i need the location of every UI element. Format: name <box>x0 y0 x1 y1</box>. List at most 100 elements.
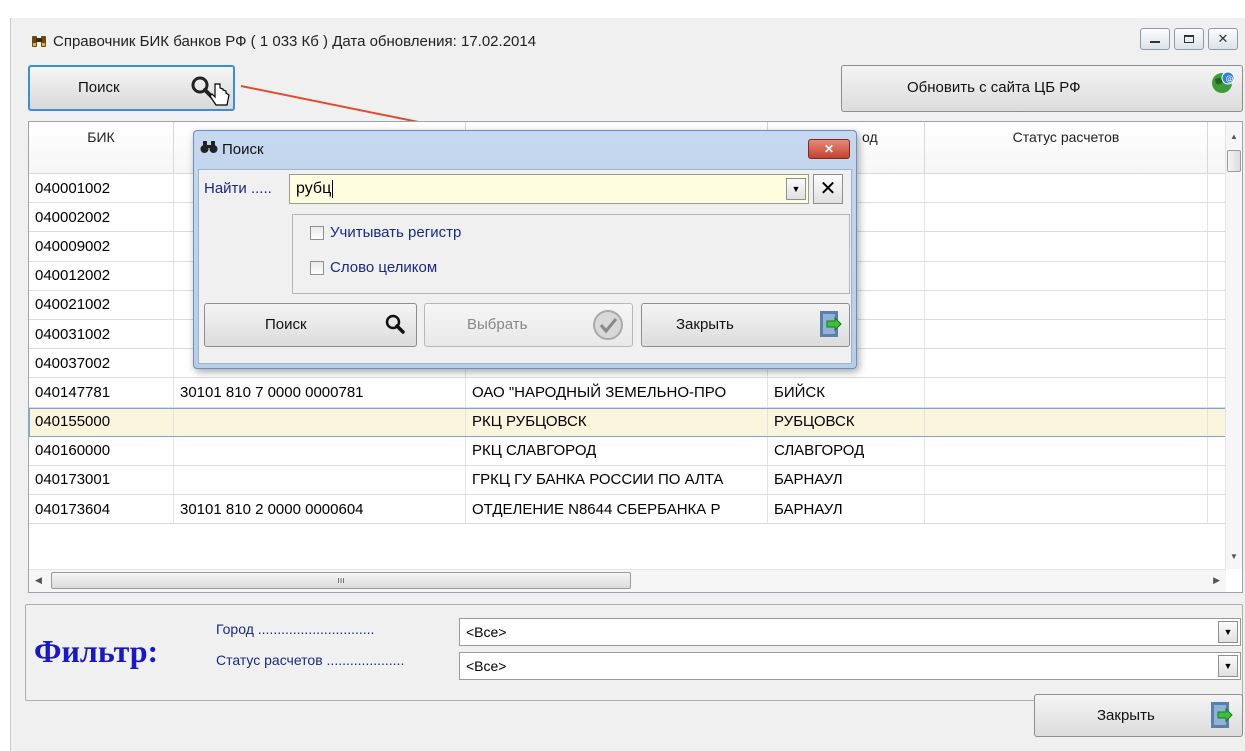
clear-query-button[interactable]: ✕ <box>813 174 843 204</box>
filter-heading: Фильтр: <box>34 633 159 669</box>
dialog-search-button[interactable]: Поиск <box>204 303 417 347</box>
horizontal-scrollbar[interactable]: ◀ ııı ▶ <box>29 569 1226 592</box>
dialog-select-button[interactable]: Выбрать <box>424 303 633 347</box>
options-group: Учитывать регистр Слово целиком <box>292 214 850 294</box>
close-main-label: Закрыть <box>1097 707 1155 724</box>
globe-icon: @ <box>1210 70 1236 100</box>
status-filter-select[interactable]: <Все> ▼ <box>459 652 1241 680</box>
cell-account: 30101 810 7 0000 0000781 <box>174 378 466 407</box>
table-row[interactable]: 040155000 РКЦ РУБЦОВСК РУБЦОВСК <box>29 407 1226 437</box>
whole-word-label: Слово целиком <box>330 259 438 276</box>
scroll-thumb[interactable] <box>1227 150 1241 172</box>
table-row[interactable]: 040173001 ГРКЦ ГУ БАНКА РОССИИ ПО АЛТА БАР… <box>29 465 1226 496</box>
cell-name: РКЦ РУБЦОВСК <box>466 407 768 436</box>
scroll-right-icon: ▶ <box>1213 575 1220 585</box>
cell-bik: 040012002 <box>29 261 174 290</box>
chevron-down-icon[interactable]: ▼ <box>1218 655 1238 677</box>
dialog-close-label: Закрыть <box>676 316 734 333</box>
table-row[interactable]: 040147781 30101 810 7 0000 0000781 ОАО "НА… <box>29 378 1226 408</box>
clear-icon: ✕ <box>819 178 837 200</box>
scroll-down-icon: ▼ <box>1230 552 1238 561</box>
city-filter-select[interactable]: <Все> ▼ <box>459 618 1241 646</box>
hand-cursor-icon <box>209 82 231 112</box>
search-query-text: рубц <box>296 180 332 197</box>
vertical-scrollbar[interactable]: ▲ ▼ <box>1225 122 1242 569</box>
maximize-icon <box>1184 35 1194 43</box>
cell-city: БИЙСК <box>768 378 925 407</box>
cell-bik: 040021002 <box>29 290 174 319</box>
cell-status <box>925 465 1208 495</box>
filter-panel: Фильтр: Город ..........................… <box>25 604 1243 701</box>
whole-word-checkbox[interactable]: Слово целиком <box>310 259 437 276</box>
cell-name: ОАО "НАРОДНЫЙ ЗЕМЕЛЬНО-ПРО <box>466 378 768 407</box>
search-dialog: Поиск ✕ Найти ..... рубц ▼ ✕ Учитывать р… <box>193 130 857 369</box>
col-header-status[interactable]: Статус расчетов <box>925 122 1208 173</box>
cell-account: 30101 810 2 0000 0000604 <box>174 495 466 524</box>
case-sensitive-checkbox[interactable]: Учитывать регистр <box>310 224 461 241</box>
cell-status <box>925 319 1208 349</box>
cell-status <box>925 290 1208 319</box>
scroll-left-icon: ◀ <box>35 575 42 585</box>
binoculars-icon <box>200 139 218 159</box>
cell-name: ГРКЦ ГУ БАНКА РОССИИ ПО АЛТА <box>466 465 768 495</box>
window-close-button[interactable]: ✕ <box>1208 28 1238 50</box>
binoculars-icon <box>31 33 47 49</box>
search-button[interactable]: Поиск <box>28 65 235 111</box>
close-main-button[interactable]: Закрыть <box>1034 694 1243 737</box>
update-button[interactable]: Обновить с сайта ЦБ РФ @ <box>841 65 1243 112</box>
chevron-down-icon: ▼ <box>791 184 801 194</box>
close-icon: ✕ <box>823 142 835 156</box>
cell-account <box>174 465 466 495</box>
hscroll-thumb[interactable]: ııı <box>51 572 631 589</box>
case-sensitive-label: Учитывать регистр <box>330 224 462 241</box>
cell-city: РУБЦОВСК <box>768 407 925 436</box>
search-query-input[interactable]: рубц ▼ <box>289 174 809 204</box>
cell-bik: 040173001 <box>29 465 174 495</box>
cell-bik: 040155000 <box>29 407 174 436</box>
cell-status <box>925 261 1208 290</box>
cell-name: РКЦ СЛАВГОРОД <box>466 436 768 465</box>
city-filter-label: Город .............................. <box>216 621 375 637</box>
title-bar: Справочник БИК банков РФ ( 1 033 Кб ) Да… <box>11 18 1245 64</box>
dialog-close-action-button[interactable]: Закрыть <box>641 303 850 347</box>
cell-bik: 040031002 <box>29 319 174 349</box>
status-filter-value: <Все> <box>466 658 507 674</box>
cell-status <box>925 495 1208 524</box>
exit-door-icon <box>817 309 843 343</box>
table-row[interactable]: 040173604 30101 810 2 0000 0000604 ОТДЕЛЕН… <box>29 495 1226 525</box>
update-button-label: Обновить с сайта ЦБ РФ <box>907 79 1081 96</box>
cell-bik: 040001002 <box>29 174 174 203</box>
cell-city: БАРНАУЛ <box>768 495 925 524</box>
cell-name: ОТДЕЛЕНИЕ N8644 СБЕРБАНКА Р <box>466 495 768 524</box>
col-header-bik[interactable]: БИК <box>29 122 174 173</box>
cell-status <box>925 436 1208 465</box>
window-title: Справочник БИК банков РФ ( 1 033 Кб ) Да… <box>53 32 537 50</box>
search-dialog-body: Найти ..... рубц ▼ ✕ Учитывать регистр С… <box>198 169 852 364</box>
chevron-down-icon[interactable]: ▼ <box>1218 621 1238 643</box>
maximize-button[interactable] <box>1174 28 1204 50</box>
cell-status <box>925 407 1208 436</box>
city-filter-value: <Все> <box>466 624 507 640</box>
text-caret <box>332 180 334 198</box>
dialog-close-button[interactable]: ✕ <box>808 139 850 159</box>
cell-status <box>925 378 1208 407</box>
scroll-up-icon: ▲ <box>1230 132 1238 141</box>
checkmark-icon <box>592 309 624 345</box>
close-icon: ✕ <box>1217 31 1229 46</box>
cell-bik: 040160000 <box>29 436 174 465</box>
dialog-select-label: Выбрать <box>467 316 528 333</box>
cell-status <box>925 349 1208 378</box>
query-dropdown-button[interactable]: ▼ <box>786 178 806 200</box>
cell-status <box>925 232 1208 261</box>
table-row[interactable]: 040160000 РКЦ СЛАВГОРОД СЛАВГОРОД <box>29 436 1226 466</box>
magnifier-icon <box>384 313 406 339</box>
cell-account <box>174 407 466 436</box>
checkbox-icon <box>310 225 324 240</box>
svg-text:@: @ <box>1226 74 1234 83</box>
cell-bik: 040009002 <box>29 232 174 261</box>
main-window: Справочник БИК банков РФ ( 1 033 Кб ) Да… <box>10 18 1245 751</box>
search-dialog-titlebar: Поиск <box>200 139 264 159</box>
minimize-button[interactable] <box>1140 28 1170 50</box>
cell-bik: 040173604 <box>29 495 174 524</box>
cell-account <box>174 436 466 465</box>
